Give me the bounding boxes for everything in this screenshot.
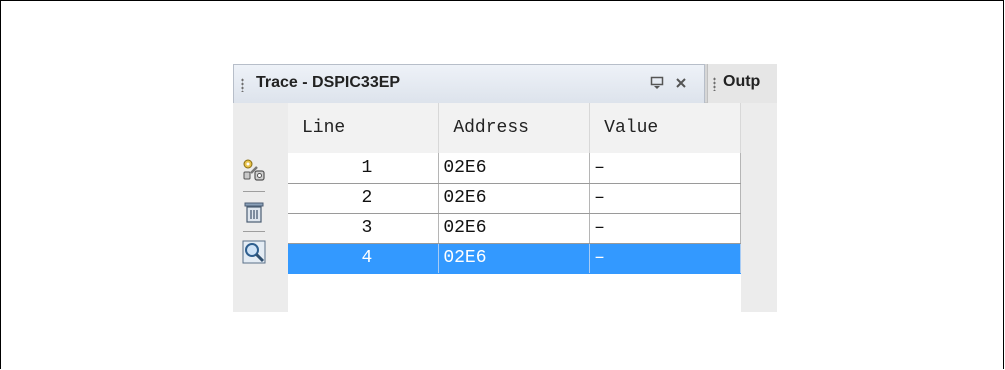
cell-address: 02E6	[438, 243, 591, 274]
toolbar-separator	[243, 231, 265, 232]
table-row[interactable]: 3 02E6 –	[288, 213, 741, 244]
drag-grip-icon[interactable]	[713, 77, 716, 91]
tab-output[interactable]: Outp	[707, 64, 777, 103]
cell-line: 1	[288, 153, 440, 184]
column-header-address[interactable]: Address	[438, 103, 591, 153]
column-header-value[interactable]: Value	[589, 103, 741, 153]
cell-value: –	[589, 243, 741, 274]
cell-value: –	[589, 183, 741, 214]
cell-address: 02E6	[438, 183, 591, 214]
panel-right-strip	[741, 103, 777, 312]
trace-toolbar	[233, 103, 288, 312]
minimize-icon[interactable]	[650, 76, 664, 90]
tab-output-label: Outp	[723, 73, 761, 90]
cell-line: 4	[288, 243, 440, 274]
trace-panel: Trace - DSPIC33EP Outp Line Address Valu…	[233, 64, 777, 312]
cell-line: 2	[288, 183, 440, 214]
cell-line: 3	[288, 213, 440, 244]
zoom-icon[interactable]	[242, 240, 266, 264]
table-row[interactable]: 1 02E6 –	[288, 153, 741, 184]
cell-value: –	[589, 153, 741, 184]
cell-address: 02E6	[438, 153, 591, 184]
cell-value: –	[589, 213, 741, 244]
tab-trace[interactable]: Trace - DSPIC33EP	[233, 64, 705, 103]
table-header-row: Line Address Value	[288, 103, 741, 153]
cell-address: 02E6	[438, 213, 591, 244]
tab-trace-label: Trace - DSPIC33EP	[256, 74, 401, 91]
table-row-selected[interactable]: 4 02E6 –	[288, 243, 741, 274]
settings-icon[interactable]	[242, 158, 266, 182]
tab-bar: Trace - DSPIC33EP Outp	[233, 64, 777, 103]
close-icon[interactable]	[674, 76, 688, 90]
trash-icon[interactable]	[242, 200, 266, 224]
column-header-line[interactable]: Line	[288, 103, 440, 153]
table-row[interactable]: 2 02E6 –	[288, 183, 741, 214]
trace-table: Line Address Value 1 02E6 – 2 02E6 – 3 0…	[288, 103, 741, 312]
drag-grip-icon[interactable]	[241, 78, 244, 92]
toolbar-separator	[243, 191, 265, 192]
